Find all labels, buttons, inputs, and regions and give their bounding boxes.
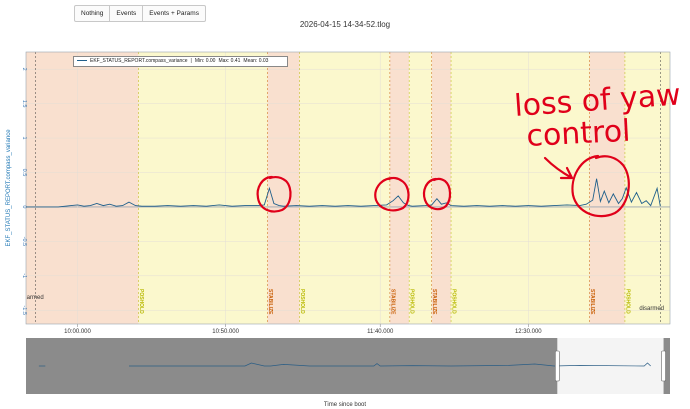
event-label: POSHOLD xyxy=(409,289,415,314)
event-label: STABILIZE xyxy=(431,289,437,315)
event-label: armed xyxy=(27,295,44,301)
event-label: POSHOLD xyxy=(624,289,630,314)
legend-series-name: EKF_STATUS_REPORT.compass_variance xyxy=(90,58,188,64)
event-label: STABILIZE xyxy=(589,289,595,315)
x-axis-title: Time since boot xyxy=(323,402,367,408)
legend-min: Min: 0.00 xyxy=(194,58,216,64)
event-label: POSHOLD xyxy=(299,289,305,314)
mode-region xyxy=(409,52,432,324)
annotation-text: control xyxy=(526,114,632,154)
mode-region xyxy=(26,52,139,324)
range-navigator[interactable] xyxy=(26,338,670,394)
chart-legend[interactable]: EKF_STATUS_REPORT.compass_variance | Min: … xyxy=(73,56,288,67)
event-label: POSHOLD xyxy=(138,289,144,314)
event-label: STABILIZE xyxy=(389,289,395,315)
mode-region xyxy=(138,52,268,324)
legend-mean: Mean: 0.03 xyxy=(243,58,269,64)
x-axis-ticks: 10:00.000 10:50.000 11:40.000 12:30.000 xyxy=(64,324,542,335)
x-tick-label: 11:40.000 xyxy=(367,329,394,335)
mode-region xyxy=(267,52,300,324)
navigator-left-handle[interactable] xyxy=(554,350,560,382)
event-label: POSHOLD xyxy=(451,289,457,314)
legend-swatch xyxy=(77,60,87,62)
event-label: STABILIZE xyxy=(267,289,273,315)
legend-sep: | xyxy=(190,58,192,64)
y-axis-title: EKF_STATUS_REPORT.compass_variance xyxy=(6,129,12,247)
x-tick-label: 10:00.000 xyxy=(64,329,91,335)
legend-max: Max: 0.41 xyxy=(218,58,241,64)
x-tick-label: 10:50.000 xyxy=(212,329,239,335)
event-label: disarmed xyxy=(639,306,664,312)
x-tick-label: 12:30.000 xyxy=(515,329,542,335)
navigator-right-handle[interactable] xyxy=(661,350,666,382)
